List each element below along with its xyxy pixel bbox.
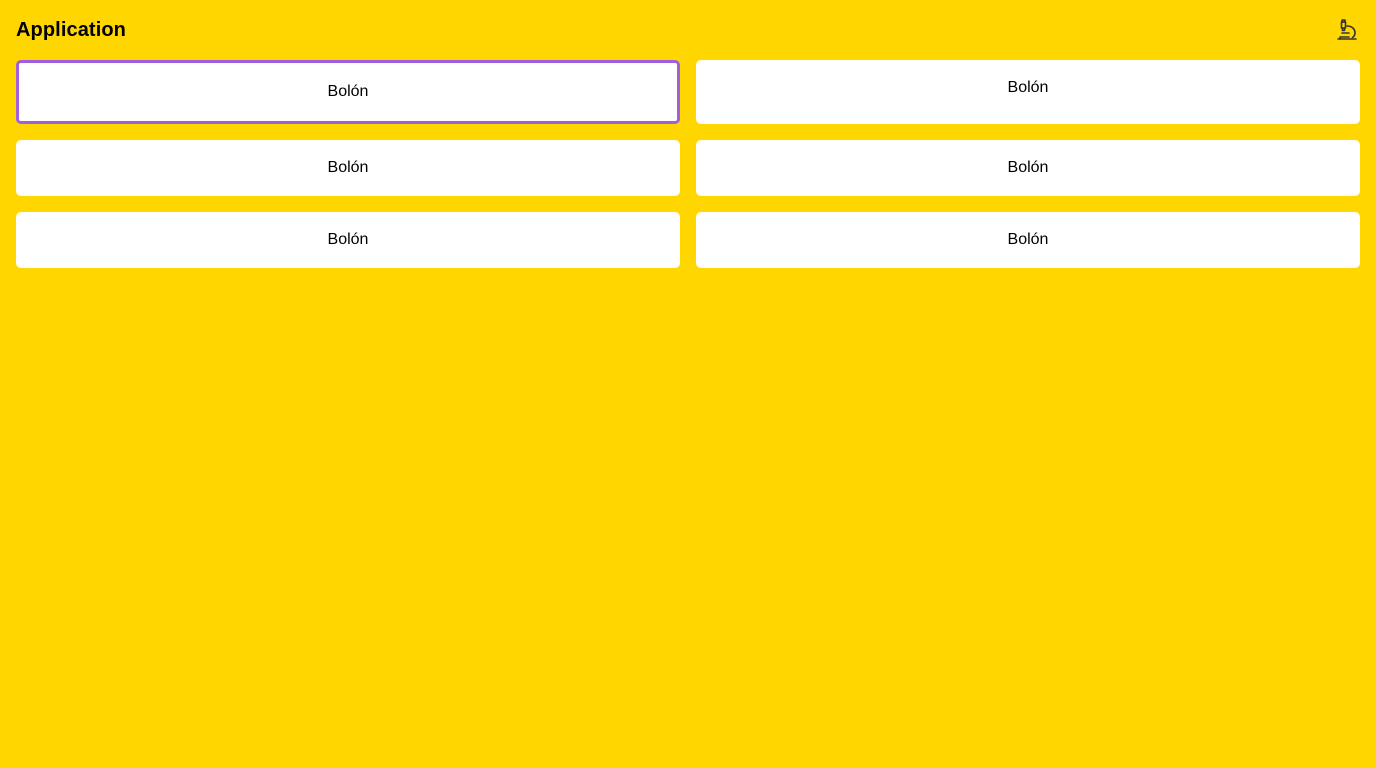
tile-label: Bolón <box>327 159 369 176</box>
tile-button-1[interactable]: Bolón <box>16 60 680 124</box>
page-title: Application <box>16 18 126 41</box>
tile-button-2[interactable]: Bolón <box>696 60 1360 124</box>
microscope-icon <box>1337 19 1357 40</box>
tile-label: Bolón <box>1007 231 1049 248</box>
microscope-button[interactable] <box>1334 17 1360 43</box>
tile-label: Bolón <box>1007 79 1049 96</box>
tile-label: Bolón <box>327 83 369 100</box>
header: Application <box>16 14 1360 46</box>
tile-button-4[interactable]: Bolón <box>696 140 1360 196</box>
tile-button-6[interactable]: Bolón <box>696 212 1360 268</box>
tile-label: Bolón <box>1007 159 1049 176</box>
tile-button-5[interactable]: Bolón <box>16 212 680 268</box>
tile-button-3[interactable]: Bolón <box>16 140 680 196</box>
app-window: Application Bolón Bolón Bolón Bolón Boló… <box>0 0 1376 768</box>
tile-label: Bolón <box>327 231 369 248</box>
